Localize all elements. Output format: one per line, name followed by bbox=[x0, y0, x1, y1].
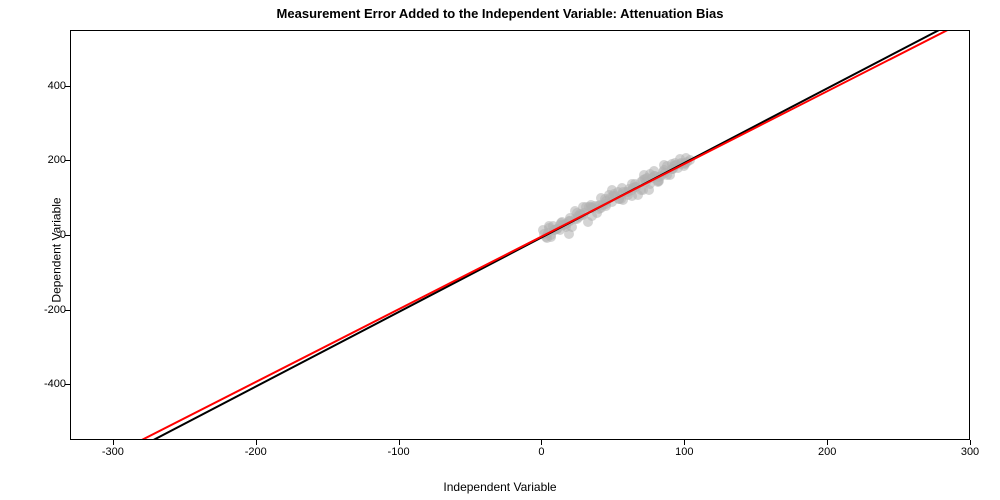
x-tick-label: 0 bbox=[538, 446, 544, 458]
plot-area bbox=[70, 30, 970, 440]
x-tick-mark bbox=[684, 440, 685, 445]
x-tick-label: 300 bbox=[961, 446, 979, 458]
x-tick-mark bbox=[256, 440, 257, 445]
attenuated-fit-line bbox=[71, 30, 970, 440]
x-tick-mark bbox=[970, 440, 971, 445]
x-axis-label: Independent Variable bbox=[0, 480, 1000, 494]
x-tick-label: -100 bbox=[388, 446, 410, 458]
x-tick-label: 100 bbox=[675, 446, 693, 458]
x-tick-label: 200 bbox=[818, 446, 836, 458]
x-tick-label: -300 bbox=[102, 446, 124, 458]
y-tick-label: -400 bbox=[38, 378, 66, 390]
x-tick-mark bbox=[113, 440, 114, 445]
y-tick-label: 200 bbox=[38, 154, 66, 166]
x-tick-label: -200 bbox=[245, 446, 267, 458]
y-tick-label: 400 bbox=[38, 80, 66, 92]
x-tick-mark bbox=[827, 440, 828, 445]
x-tick-mark bbox=[541, 440, 542, 445]
y-tick-label: 0 bbox=[38, 229, 66, 241]
y-axis-label: Dependent Variable bbox=[50, 197, 64, 302]
true-regression-line bbox=[71, 30, 970, 440]
y-tick-label: -200 bbox=[38, 304, 66, 316]
x-tick-mark bbox=[399, 440, 400, 445]
chart-title: Measurement Error Added to the Independe… bbox=[0, 6, 1000, 21]
chart-container: Measurement Error Added to the Independe… bbox=[0, 0, 1000, 500]
